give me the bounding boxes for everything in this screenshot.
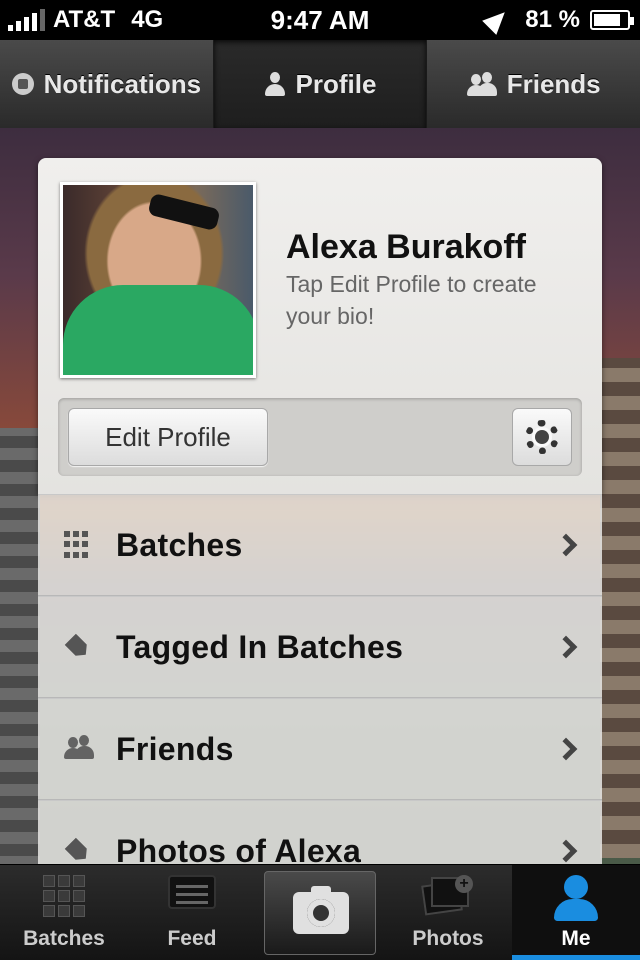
battery-icon [590,10,634,30]
tab-friends[interactable]: Friends [427,40,640,128]
menu-item-batches[interactable]: Batches [38,494,602,596]
person-icon [554,875,598,921]
menu-item-label: Photos of Alexa [116,832,362,865]
menu-item-tagged-in-batches[interactable]: Tagged In Batches [38,596,602,698]
avatar[interactable] [60,182,256,378]
tab-profile[interactable]: Profile [213,40,428,128]
profile-card: Alexa Burakoff Tap Edit Profile to creat… [38,158,602,494]
grid-icon [64,531,92,559]
tab-notifications-label: Notifications [43,68,202,99]
menu-item-friends[interactable]: Friends [38,698,602,800]
camera-button[interactable] [264,871,376,955]
menu-item-label: Tagged In Batches [116,628,404,665]
menu-item-label: Batches [116,526,243,563]
chevron-right-icon [554,635,578,659]
background-building-left [0,428,40,868]
battery-percentage: 81 % [525,6,580,33]
gear-icon [525,420,559,454]
avatar-glasses [147,192,221,232]
avatar-shirt [63,285,253,375]
tab-notifications[interactable]: Notifications [0,40,214,128]
notifications-icon [11,73,34,95]
tab-feed-label: Feed [167,927,217,950]
tab-feed[interactable]: Feed [128,865,256,960]
status-bar: AT&T 4G 9:47 AM 81 % [0,0,640,40]
camera-icon [293,886,349,934]
tab-photos-label: Photos [412,927,484,950]
profile-name: Alexa Burakoff [286,228,526,266]
profile-top-tabs: Notifications Profile Friends [0,40,640,128]
location-arrow-icon [482,5,513,35]
person-icon [264,72,286,96]
feed-icon [168,875,216,909]
tab-camera[interactable] [256,865,384,960]
menu-item-label: Friends [116,730,234,767]
friends-icon [466,72,497,96]
tab-me[interactable]: Me [512,865,640,960]
profile-actions-bar: Edit Profile [58,398,582,476]
profile-bio: Tap Edit Profile to create your bio! [286,271,537,329]
tag-icon [64,837,92,864]
profile-menu-list: Batches Tagged In Batches Friends Photos… [38,494,602,864]
tag-icon [64,633,92,661]
chevron-right-icon [554,737,578,761]
bottom-tab-bar: Batches Feed + Photos Me [0,864,640,960]
tab-batches-label: Batches [23,927,105,950]
background-building-right [600,358,640,858]
chevron-right-icon [554,839,578,863]
edit-profile-button[interactable]: Edit Profile [68,408,268,466]
photos-icon: + [421,875,473,916]
tab-profile-label: Profile [295,68,377,99]
friends-icon [64,735,98,763]
tab-batches[interactable]: Batches [0,865,128,960]
tab-photos[interactable]: + Photos [384,865,512,960]
grid-icon [43,875,85,917]
tab-friends-label: Friends [506,68,601,99]
status-indicators: 81 % [482,5,634,35]
chevron-right-icon [554,533,578,557]
tab-me-label: Me [561,927,591,950]
settings-button[interactable] [512,408,572,466]
menu-item-photos-of-user[interactable]: Photos of Alexa [38,800,602,864]
